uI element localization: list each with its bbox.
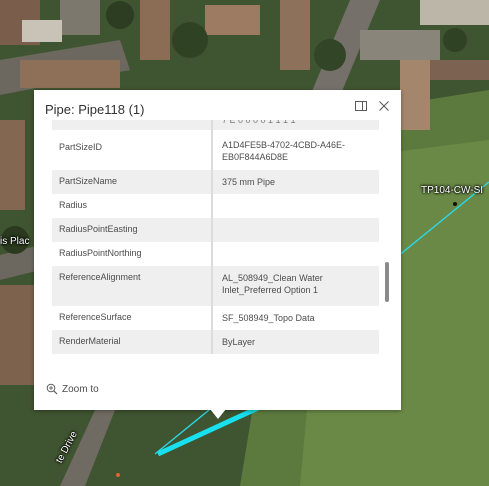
zoom-in-icon	[46, 383, 58, 395]
attribute-value: ByLayer	[222, 337, 256, 347]
table-row: RadiusPointNorthing	[52, 242, 379, 266]
attribute-value: SF_508949_Topo Data	[222, 313, 315, 323]
close-icon	[379, 101, 389, 111]
zoom-to-button[interactable]: Zoom to	[46, 383, 99, 395]
close-button[interactable]	[375, 97, 393, 115]
table-row: PartSizeName 375 mm Pipe	[52, 170, 379, 194]
attribute-value	[213, 218, 379, 242]
attribute-key: Radius	[52, 194, 213, 218]
attribute-value: A1D4FE5B-4702-4CBD-A46E-EB0F844A6D8E	[222, 140, 346, 162]
attribute-value	[213, 194, 379, 218]
attribute-value: 375 mm Pipe	[222, 177, 276, 187]
zoom-to-label: Zoom to	[62, 383, 99, 395]
attribute-key: PartSizeID	[52, 130, 213, 170]
feature-popup: Pipe: Pipe118 (1) 7 E 0 0 0 0 1 1 1 1 Pa…	[34, 90, 401, 410]
attribute-key: RenderMaterial	[52, 330, 213, 354]
attribute-key: PartSizeName	[52, 170, 213, 194]
table-row: ReferenceSurface SF_508949_Topo Data	[52, 306, 379, 330]
table-row: PartSizeID A1D4FE5B-4702-4CBD-A46E-EB0F8…	[52, 130, 379, 170]
popup-title: Pipe: Pipe118 (1)	[45, 102, 145, 117]
attribute-value: AL_508949_Clean Water Inlet_Preferred Op…	[222, 273, 323, 295]
popup-pointer	[210, 409, 226, 419]
scrollbar-thumb[interactable]	[385, 262, 389, 302]
attribute-key	[52, 120, 213, 130]
attribute-key: RadiusPointNorthing	[52, 242, 213, 266]
attribute-table[interactable]: 7 E 0 0 0 0 1 1 1 1 PartSizeID A1D4FE5B-…	[52, 120, 385, 370]
table-row-truncated: 7 E 0 0 0 0 1 1 1 1	[52, 120, 379, 130]
attribute-value: 7 E 0 0 0 0 1 1 1 1	[222, 120, 296, 125]
table-row: RadiusPointEasting	[52, 218, 379, 242]
popup-footer: Zoom to	[34, 378, 401, 410]
attribute-key: ReferenceSurface	[52, 306, 213, 330]
attribute-key: ReferenceAlignment	[52, 266, 213, 306]
table-row: ReferenceAlignment AL_508949_Clean Water…	[52, 266, 379, 306]
dock-icon	[355, 101, 367, 111]
table-row: Radius	[52, 194, 379, 218]
table-row: RenderMaterial ByLayer	[52, 330, 379, 354]
map-label-place: is Plac	[0, 236, 30, 247]
attribute-key: RadiusPointEasting	[52, 218, 213, 242]
dock-button[interactable]	[352, 97, 370, 115]
map-label-tp104: TP104-CW-SI	[421, 185, 484, 196]
attribute-value	[213, 242, 379, 266]
